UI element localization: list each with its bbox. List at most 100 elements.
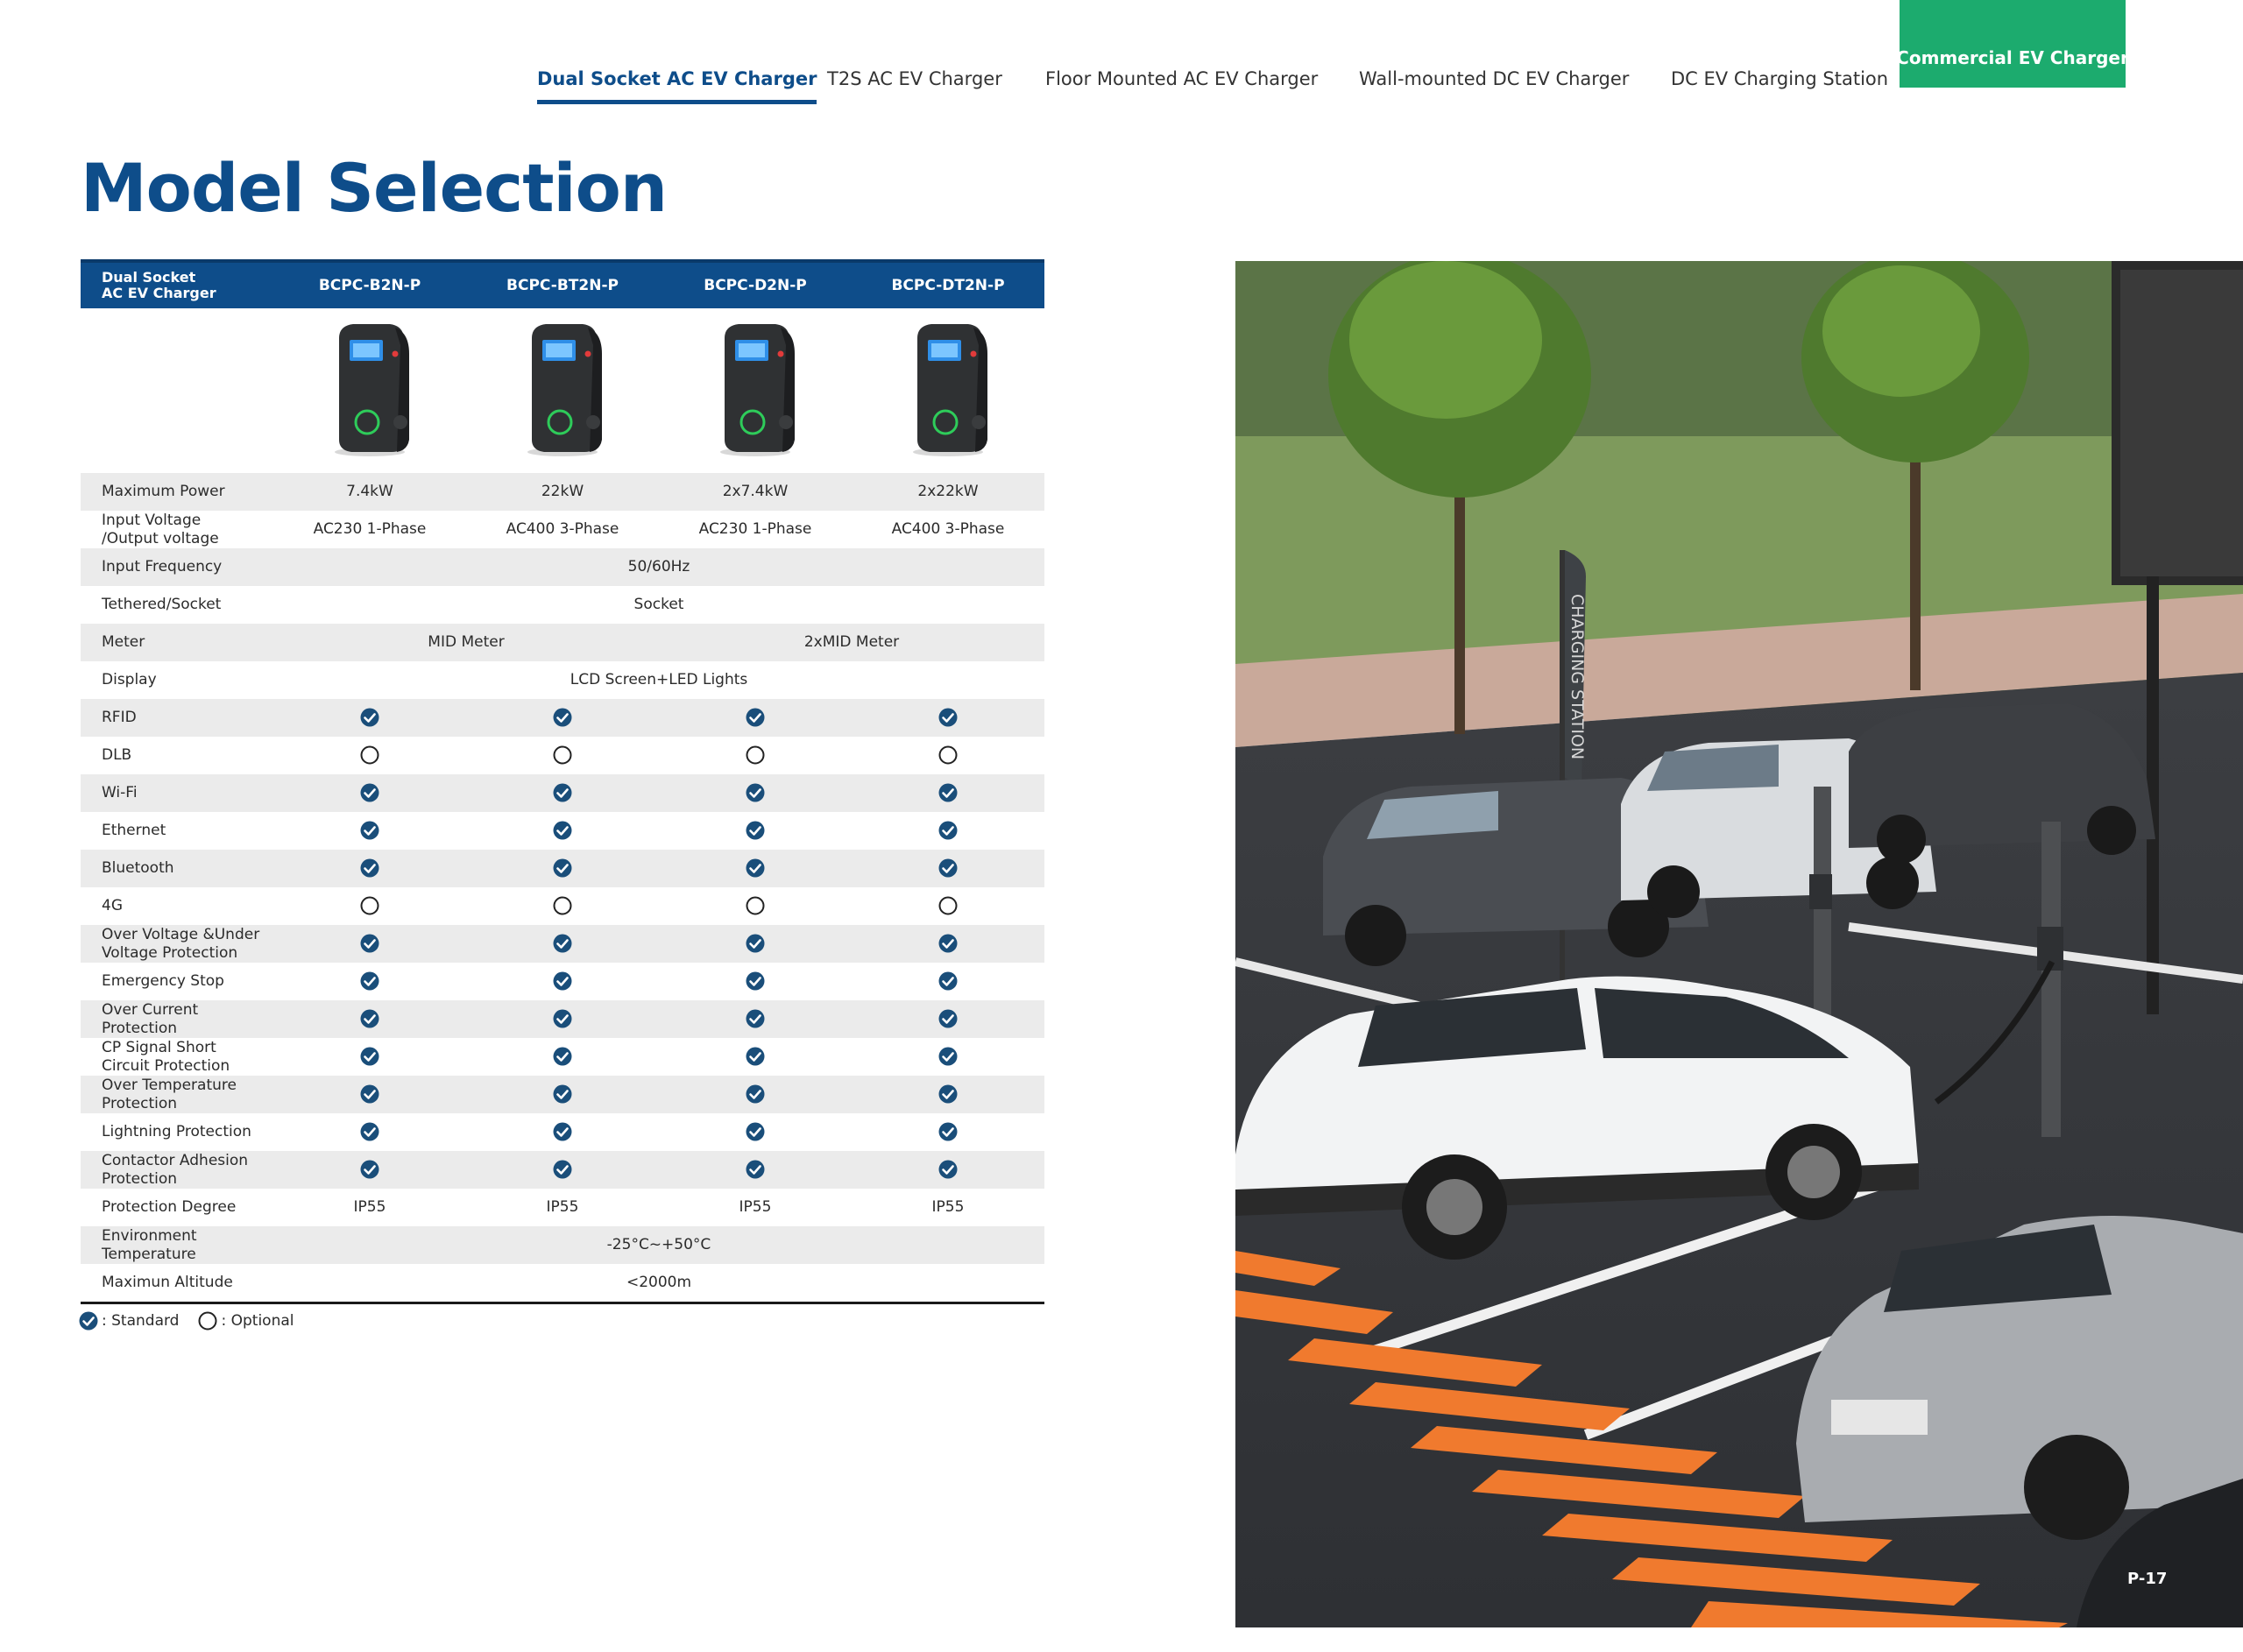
spec-value: -25°C~+50°C bbox=[273, 1226, 1044, 1264]
check-circle-icon bbox=[553, 783, 572, 802]
standard-mark bbox=[273, 1113, 466, 1151]
check-circle-icon bbox=[746, 821, 765, 840]
row-label-line: DLB bbox=[102, 746, 132, 764]
standard-mark bbox=[852, 1151, 1044, 1189]
model-header: BCPC-D2N-P bbox=[659, 259, 852, 308]
model-header: BCPC-BT2N-P bbox=[466, 259, 659, 308]
check-circle-icon bbox=[746, 934, 765, 953]
standard-mark bbox=[852, 774, 1044, 812]
ev-charger-icon bbox=[527, 323, 602, 456]
standard-mark bbox=[659, 850, 852, 887]
top-navigation: Dual Socket AC EV Charger T2S AC EV Char… bbox=[0, 0, 2243, 114]
charger-image bbox=[273, 308, 466, 473]
check-circle-icon bbox=[79, 1311, 98, 1331]
empty-circle-icon bbox=[553, 745, 572, 765]
optional-mark bbox=[273, 737, 466, 774]
page-number: P-17 bbox=[2127, 1570, 2168, 1588]
standard-mark bbox=[273, 774, 466, 812]
nav-tab-dual-socket[interactable]: Dual Socket AC EV Charger bbox=[537, 68, 817, 104]
table-row: Bluetooth bbox=[81, 850, 1044, 887]
standard-mark bbox=[659, 774, 852, 812]
ev-charger-icon bbox=[720, 323, 795, 456]
row-label-line: Tethered/Socket bbox=[102, 596, 222, 613]
check-circle-icon bbox=[360, 1009, 379, 1028]
row-label: Over Current Protection bbox=[81, 1000, 273, 1038]
empty-circle-icon bbox=[746, 896, 765, 915]
row-label: Wi-Fi bbox=[81, 774, 273, 812]
spec-value: AC400 3-Phase bbox=[466, 511, 659, 548]
legend: : Standard : Optional bbox=[79, 1311, 314, 1331]
check-circle-icon bbox=[938, 708, 958, 727]
optional-mark bbox=[659, 737, 852, 774]
check-circle-icon bbox=[360, 1084, 379, 1104]
table-row: DLB bbox=[81, 737, 1044, 774]
standard-mark bbox=[466, 812, 659, 850]
table-row: Input Voltage/Output voltage AC230 1-Phas… bbox=[81, 511, 1044, 548]
brand-tab-commercial[interactable]: Commercial EV Charger bbox=[1896, 0, 2129, 88]
check-circle-icon bbox=[938, 1047, 958, 1066]
row-label: Maximun Altitude bbox=[81, 1264, 273, 1304]
page-title: Model Selection bbox=[81, 149, 668, 227]
spec-value: IP55 bbox=[273, 1189, 466, 1226]
check-circle-icon bbox=[553, 934, 572, 953]
row-label-line: Protection bbox=[102, 1094, 178, 1112]
check-circle-icon bbox=[360, 821, 379, 840]
check-circle-icon bbox=[553, 858, 572, 878]
standard-mark bbox=[852, 1113, 1044, 1151]
row-label: Protection Degree bbox=[81, 1189, 273, 1226]
check-circle-icon bbox=[938, 1009, 958, 1028]
standard-mark bbox=[852, 1038, 1044, 1076]
table-row: Protection Degree IP55 IP55 IP55 IP55 bbox=[81, 1189, 1044, 1226]
ev-charger-icon bbox=[335, 323, 409, 456]
table-row: Lightning Protection bbox=[81, 1113, 1044, 1151]
check-circle-icon bbox=[553, 708, 572, 727]
standard-mark bbox=[852, 699, 1044, 737]
standard-mark bbox=[659, 1113, 852, 1151]
check-circle-icon bbox=[360, 1047, 379, 1066]
row-label-line: Contactor Adhesion bbox=[102, 1151, 249, 1169]
spec-rows: Maximum Power 7.4kW 22kW 2x7.4kW 2x22kW Input… bbox=[81, 473, 1044, 1304]
row-label-line: Protection Degree bbox=[102, 1198, 237, 1216]
standard-mark bbox=[466, 1113, 659, 1151]
spec-value: IP55 bbox=[466, 1189, 659, 1226]
optional-mark bbox=[466, 887, 659, 925]
check-circle-icon bbox=[746, 1084, 765, 1104]
row-label-line: Bluetooth bbox=[102, 859, 174, 877]
row-label: Ethernet bbox=[81, 812, 273, 850]
spec-value: AC400 3-Phase bbox=[852, 511, 1044, 548]
ev-charger-icon bbox=[913, 323, 987, 456]
row-label: Over Temperature Protection bbox=[81, 1076, 273, 1113]
table-row: Ethernet bbox=[81, 812, 1044, 850]
row-label: Input Voltage/Output voltage bbox=[81, 511, 273, 548]
spec-value: 7.4kW bbox=[273, 473, 466, 511]
nav-tab-t2s[interactable]: T2S AC EV Charger bbox=[827, 68, 1002, 89]
nav-tab-dc-station[interactable]: DC EV Charging Station bbox=[1671, 68, 1888, 89]
check-circle-icon bbox=[746, 971, 765, 991]
spec-value: LCD Screen+LED Lights bbox=[273, 661, 1044, 699]
optional-mark bbox=[659, 887, 852, 925]
check-circle-icon bbox=[360, 971, 379, 991]
check-circle-icon bbox=[938, 821, 958, 840]
row-label-line: Over Voltage &Under bbox=[102, 925, 260, 943]
row-label-line: Voltage Protection bbox=[102, 943, 238, 962]
check-circle-icon bbox=[553, 1084, 572, 1104]
row-label-line: Meter bbox=[102, 633, 145, 651]
empty-circle-icon bbox=[553, 896, 572, 915]
standard-mark bbox=[273, 812, 466, 850]
check-circle-icon bbox=[553, 1122, 572, 1141]
spec-value: <2000m bbox=[273, 1264, 1044, 1304]
nav-tab-wall-mounted-dc[interactable]: Wall-mounted DC EV Charger bbox=[1359, 68, 1629, 89]
standard-mark bbox=[466, 1076, 659, 1113]
nav-tab-floor-mounted[interactable]: Floor Mounted AC EV Charger bbox=[1045, 68, 1318, 89]
spec-value: Socket bbox=[273, 586, 1044, 624]
standard-mark bbox=[466, 699, 659, 737]
table-header-row: Dual Socket AC EV Charger BCPC-B2N-P BCP… bbox=[81, 259, 1044, 308]
check-circle-icon bbox=[360, 783, 379, 802]
spec-value: IP55 bbox=[852, 1189, 1044, 1226]
check-circle-icon bbox=[938, 858, 958, 878]
empty-circle-icon bbox=[938, 896, 958, 915]
check-circle-icon bbox=[360, 708, 379, 727]
check-circle-icon bbox=[360, 1122, 379, 1141]
standard-mark bbox=[273, 1076, 466, 1113]
row-label-line: Over Current bbox=[102, 1000, 199, 1019]
